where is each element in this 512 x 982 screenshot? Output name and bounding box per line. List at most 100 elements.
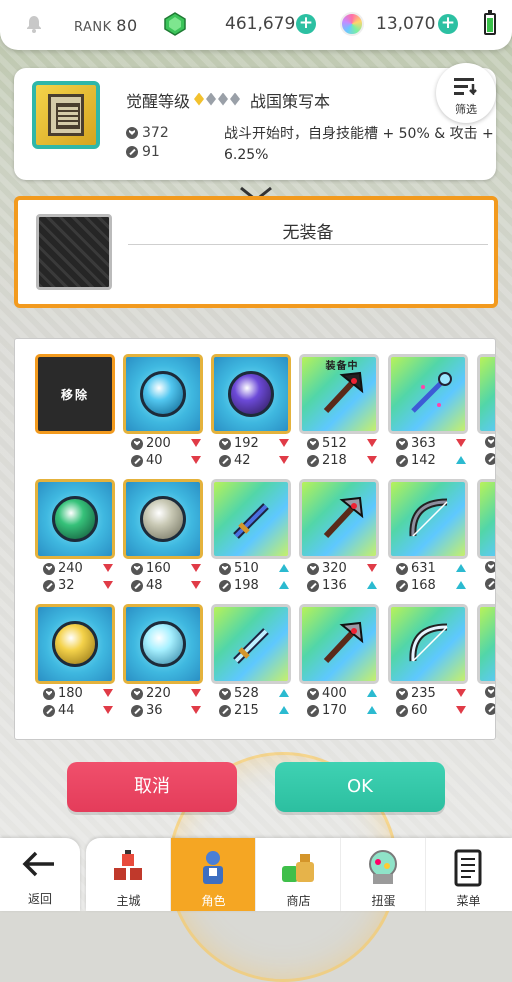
tab-menu-label: 菜单: [456, 894, 481, 908]
item-description: 战斗开始时，自身技能槽 + 50% & 攻击 + 6.25%: [224, 126, 494, 163]
shop-icon: [282, 854, 314, 882]
bell-icon[interactable]: [24, 14, 44, 34]
item-atk: [485, 453, 495, 465]
item-portrait: [32, 81, 100, 149]
item-atk: 36: [131, 703, 205, 718]
item-hp-value: 512: [322, 436, 347, 451]
item-atk-value: 42: [234, 453, 251, 468]
item-slot: [35, 479, 115, 559]
heart-icon: [219, 687, 231, 700]
item-atk: 168: [396, 578, 470, 593]
item-atk: 198: [219, 578, 293, 593]
tab-menu[interactable]: 菜单: [426, 838, 511, 911]
stat-up-arrow-icon: [456, 581, 466, 589]
stat-down-arrow-icon: [279, 456, 289, 464]
stat-up-arrow-icon: [279, 564, 289, 572]
magic-staff-icon: [411, 372, 452, 413]
item-name: 战国策写本: [250, 92, 331, 111]
item-slot: [211, 354, 291, 434]
back-button[interactable]: 返回: [0, 838, 80, 911]
stat-down-arrow-icon: [279, 439, 289, 447]
item-atk: 48: [131, 578, 205, 593]
blue-sword-icon: [233, 503, 269, 539]
filter-button[interactable]: 筛选: [436, 63, 496, 123]
item-atk: 170: [307, 703, 381, 718]
add-orbs-button[interactable]: +: [438, 14, 458, 34]
stat-up-arrow-icon: [367, 581, 377, 589]
stat-down-arrow-icon: [191, 439, 201, 447]
attack-icon: [485, 578, 495, 590]
item-hp: 160: [131, 561, 205, 576]
stat-down-arrow-icon: [103, 689, 113, 697]
item-atk: 91: [126, 144, 160, 160]
black-axe-icon: [323, 371, 364, 414]
item-atk-value: 218: [322, 453, 347, 468]
green-orb-icon: [52, 496, 98, 542]
item-title: 觉醒等级 战国策写本: [126, 88, 330, 112]
item-slot: [388, 604, 468, 684]
stat-down-arrow-icon: [103, 581, 113, 589]
item-slot-partial: [477, 604, 495, 684]
attack-icon: [131, 704, 143, 717]
item-hp-value: 320: [322, 561, 347, 576]
filter-sort-icon: [454, 78, 477, 95]
item-slot: [211, 604, 291, 684]
back-arrow-icon: [22, 851, 54, 877]
item-atk-value: 91: [142, 144, 160, 160]
item-atk-value: 136: [322, 578, 347, 593]
remove-label: 移除: [60, 387, 89, 402]
item-atk: 215: [219, 703, 293, 718]
cancel-button[interactable]: 取消: [67, 762, 237, 812]
green-gem-icon: [164, 12, 186, 36]
battle-axe-icon: [323, 621, 364, 664]
item-hp-value: 160: [146, 561, 171, 576]
heart-icon: [307, 562, 319, 575]
divider: [128, 244, 488, 245]
attack-icon: [396, 579, 408, 592]
item-hp-value: 192: [234, 436, 259, 451]
awaken-label: 觉醒等级: [126, 92, 191, 111]
item-hp-value: 200: [146, 436, 171, 451]
item-hp: 372: [126, 125, 169, 141]
attack-icon: [307, 454, 319, 467]
item-slot: [123, 354, 203, 434]
item-hp: 240: [43, 561, 117, 576]
selected-item-card: 觉醒等级 战国策写本 372 91 战斗开始时，自身技能槽 + 50% & 攻击…: [14, 63, 496, 180]
stat-up-arrow-icon: [367, 706, 377, 714]
item-atk-value: 142: [411, 453, 436, 468]
stat-down-arrow-icon: [367, 564, 377, 572]
add-gems-button[interactable]: +: [296, 14, 316, 34]
equipment-slot[interactable]: 无装备: [14, 196, 498, 308]
attack-icon: [219, 704, 231, 717]
no-equipment-text: 无装备: [282, 223, 334, 243]
gold-orb-icon: [52, 621, 98, 667]
heart-icon: [396, 437, 408, 450]
item-atk: [485, 578, 495, 590]
tab-character[interactable]: 角色: [171, 838, 256, 911]
heart-icon: [219, 562, 231, 575]
item-atk: 44: [43, 703, 117, 718]
tab-gacha[interactable]: 扭蛋: [341, 838, 426, 911]
gacha-machine-icon: [369, 850, 397, 884]
menu-book-icon: [454, 849, 482, 887]
item-hp-value: 220: [146, 686, 171, 701]
item-hp: [485, 686, 495, 698]
item-atk: 40: [131, 453, 205, 468]
pickaxe-icon: [323, 496, 364, 539]
ok-button[interactable]: OK: [275, 762, 445, 812]
remove-button: 移除: [35, 354, 115, 434]
item-hp: 400: [307, 686, 381, 701]
item-slot: [123, 479, 203, 559]
item-hp-value: 372: [142, 125, 169, 141]
tab-shop[interactable]: 商店: [256, 838, 341, 911]
heart-icon: [485, 686, 495, 698]
item-hp: 512: [307, 436, 381, 451]
inventory-grid[interactable]: 移除 200 40 192 42 装备中 512 218 363 142 240 32 160 48 510…: [14, 338, 496, 740]
heart-icon: [485, 436, 495, 448]
orb-count: 13,070: [376, 14, 436, 34]
tab-home[interactable]: 主城: [86, 838, 171, 911]
item-slot-partial: [477, 479, 495, 559]
item-hp: 363: [396, 436, 470, 451]
empty-slot-icon: [36, 214, 112, 290]
item-hp: 510: [219, 561, 293, 576]
